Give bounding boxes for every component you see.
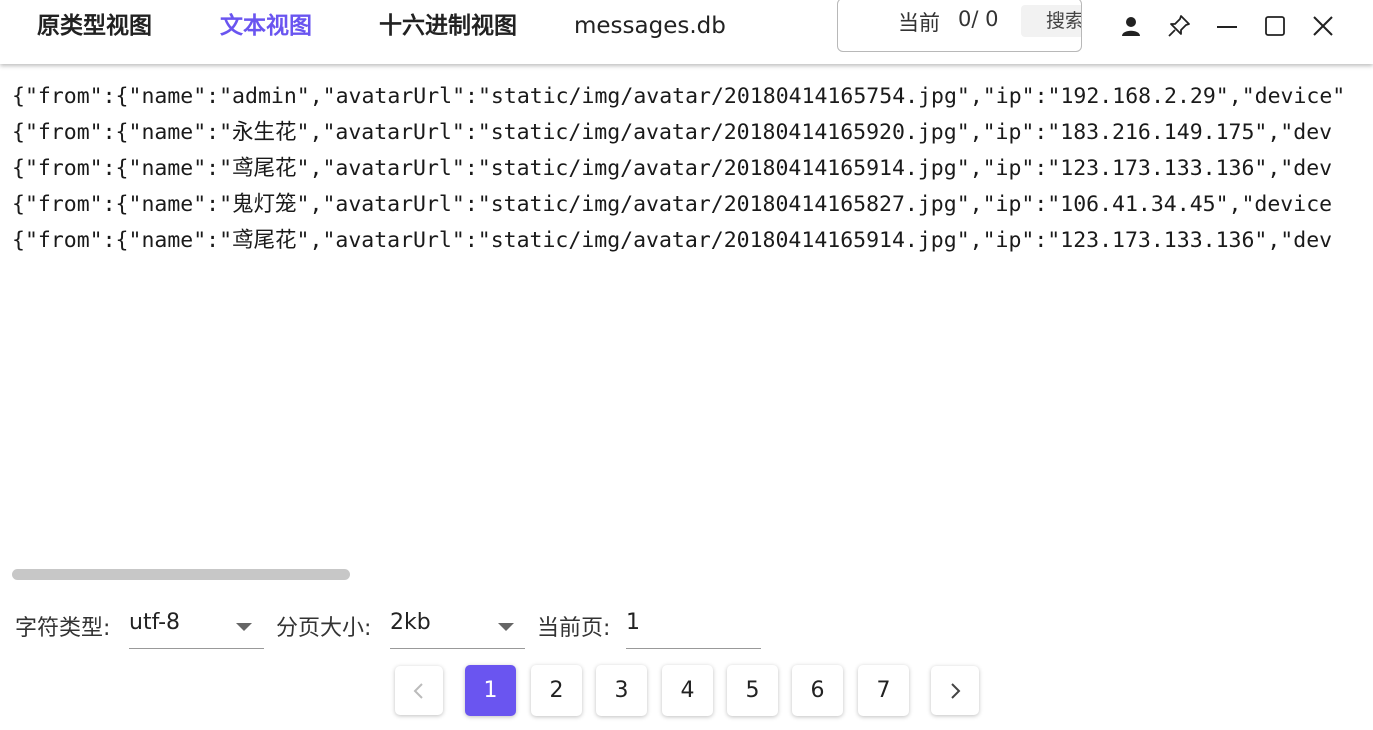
pagesize-value: 2kb xyxy=(390,610,431,635)
minimize-icon[interactable] xyxy=(1213,12,1241,40)
current-page-input[interactable]: 1 xyxy=(626,605,761,649)
text-view-content[interactable]: {"from":{"name":"admin","avatarUrl":"sta… xyxy=(0,64,1373,564)
charset-select[interactable]: utf-8 xyxy=(129,605,264,649)
pagesize-select[interactable]: 2kb xyxy=(390,605,525,649)
text-line: {"from":{"name":"永生花","avatarUrl":"stati… xyxy=(12,120,1333,145)
tab-hex-view[interactable]: 十六进制视图 xyxy=(379,10,517,42)
search-box[interactable]: 当前 0/ 0 搜索 xyxy=(837,0,1082,52)
close-icon[interactable] xyxy=(1309,12,1337,40)
pagesize-label: 分页大小: xyxy=(276,616,372,641)
current-page-value: 1 xyxy=(626,610,640,635)
search-count: 0/ 0 xyxy=(958,7,999,31)
file-name: messages.db xyxy=(574,13,726,39)
tab-text-view[interactable]: 文本视图 xyxy=(220,10,312,42)
user-icon[interactable] xyxy=(1117,12,1145,40)
text-line: {"from":{"name":"鸢尾花","avatarUrl":"stati… xyxy=(12,156,1333,181)
page-button-7[interactable]: 7 xyxy=(858,665,909,716)
next-page-button[interactable] xyxy=(931,666,979,715)
text-line: {"from":{"name":"鬼灯笼","avatarUrl":"stati… xyxy=(12,192,1333,217)
page-button-4[interactable]: 4 xyxy=(662,665,713,716)
charset-label: 字符类型: xyxy=(15,616,111,641)
chevron-left-icon xyxy=(413,682,423,699)
page-button-2[interactable]: 2 xyxy=(531,665,582,716)
search-button[interactable]: 搜索 xyxy=(1021,5,1081,37)
horizontal-scrollbar[interactable] xyxy=(12,569,350,580)
current-page-label: 当前页: xyxy=(537,616,611,641)
text-line: {"from":{"name":"鸢尾花","avatarUrl":"stati… xyxy=(12,228,1333,253)
maximize-icon[interactable] xyxy=(1261,12,1289,40)
app-window: 原类型视图 文本视图 十六进制视图 messages.db 当前 0/ 0 搜索 xyxy=(0,0,1373,730)
chevron-right-icon xyxy=(951,682,961,699)
charset-value: utf-8 xyxy=(129,610,181,635)
prev-page-button[interactable] xyxy=(395,666,443,715)
chevron-down-icon xyxy=(236,623,252,631)
page-button-6[interactable]: 6 xyxy=(792,665,843,716)
header-bar: 原类型视图 文本视图 十六进制视图 messages.db 当前 0/ 0 搜索 xyxy=(0,0,1373,64)
tab-raw-type-view[interactable]: 原类型视图 xyxy=(37,10,152,42)
page-button-1[interactable]: 1 xyxy=(465,665,516,716)
page-button-3[interactable]: 3 xyxy=(596,665,647,716)
text-line: {"from":{"name":"admin","avatarUrl":"sta… xyxy=(12,84,1346,109)
search-label: 当前 xyxy=(898,11,940,35)
pin-icon[interactable] xyxy=(1165,12,1193,40)
chevron-down-icon xyxy=(498,623,514,631)
page-button-5[interactable]: 5 xyxy=(727,665,778,716)
